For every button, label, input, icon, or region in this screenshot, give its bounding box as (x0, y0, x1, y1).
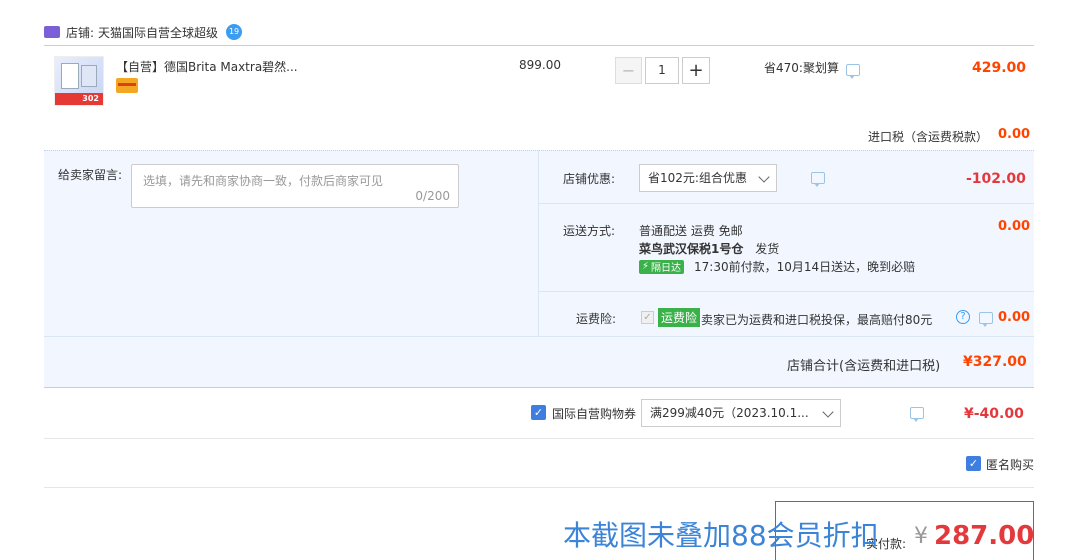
anonymous-label: 匿名购买 (986, 458, 1035, 472)
insurance-label: 运费险: (576, 312, 617, 326)
insurance-value: 0.00 (998, 310, 1031, 325)
discount-label: 店铺优惠: (563, 172, 616, 186)
lightning-icon: ⚡ (642, 261, 650, 272)
coupon-selected: 满299减40元（2023.10.1... (650, 406, 809, 420)
discount-select[interactable]: 省102元:组合优惠 (639, 164, 777, 192)
chevron-down-icon (758, 171, 770, 183)
chat-icon[interactable] (810, 172, 825, 187)
insurance-checkbox[interactable]: ✓ (641, 311, 654, 324)
shop-badge-icon[interactable]: 19 (226, 24, 243, 40)
product-title-link[interactable]: 【自营】德国Brita Maxtra碧然... (116, 58, 298, 75)
discount-selected: 省102元:组合优惠 (648, 171, 747, 185)
coupon-checkbox[interactable]: ✓ (531, 405, 546, 420)
item-saving: 省470:聚划算 (764, 61, 839, 75)
shop-total-label: 店铺合计(含运费和进口税) (787, 359, 941, 374)
shipping-eta: 17:30前付款，10月14日送达，晚到必赔 (694, 260, 916, 274)
shop-total-value: ¥327.00 (963, 354, 1027, 370)
message-counter: 0/200 (415, 189, 450, 203)
watermark-text: 本截图未叠加88会员折扣 (563, 519, 879, 552)
insurance-tag: 运费险 (658, 308, 701, 327)
thumb-price-tag: 302 (55, 93, 103, 105)
coupon-value: ¥-40.00 (964, 406, 1024, 422)
card-icon (116, 78, 138, 93)
message-placeholder: 选填，请先和商家协商一致，付款后商家可见 (143, 174, 384, 188)
chat-icon[interactable] (846, 64, 860, 79)
next-day-tag: ⚡ 隔日达 (639, 259, 685, 274)
shop-label: 店铺: (66, 25, 95, 40)
panel-vertical-divider (538, 150, 539, 337)
discount-value: -102.00 (966, 171, 1026, 187)
panel-row-divider (538, 203, 1034, 204)
item-subtotal: 429.00 (972, 60, 1027, 76)
import-tax-value: 0.00 (998, 127, 1031, 142)
panel-row-divider (538, 291, 1034, 292)
shipping-eta-row: ⚡ 隔日达 17:30前付款，10月14日送达，晚到必赔 (639, 258, 915, 275)
tmall-icon (44, 26, 60, 38)
quantity-increment-button[interactable]: + (682, 57, 710, 84)
quantity-input[interactable]: 1 (645, 57, 679, 84)
divider (44, 438, 1034, 439)
chevron-down-icon (822, 406, 834, 418)
warehouse-dispatch: 发货 (755, 242, 780, 256)
import-tax-label: 进口税（含运费税款） (868, 130, 989, 144)
quantity-decrement-button[interactable]: − (615, 57, 642, 84)
chat-icon[interactable] (978, 312, 993, 327)
shipping-label: 运送方式: (563, 224, 616, 238)
unit-price: 899.00 (519, 58, 561, 72)
shipping-warehouse: 菜鸟武汉保税1号仓 发货 (639, 240, 779, 257)
shipping-method: 普通配送 运费 免邮 (639, 224, 743, 238)
panel-row-divider (44, 336, 1034, 337)
help-icon[interactable]: ? (956, 310, 970, 324)
payment-amount: 287.00 (934, 521, 1035, 551)
coupon-label: 国际自营购物券 (552, 407, 637, 421)
next-day-tag-label: 隔日达 (651, 263, 682, 274)
chat-icon[interactable] (910, 407, 925, 422)
shop-header: 店铺: 天猫国际自营全球超级 19 (44, 22, 243, 42)
warehouse-name: 菜鸟武汉保税1号仓 (639, 242, 744, 256)
payment-currency: ¥ (914, 524, 928, 549)
product-thumbnail[interactable]: 302 (54, 56, 104, 106)
divider (44, 487, 1034, 488)
anonymous-checkbox[interactable]: ✓ (966, 456, 981, 471)
coupon-select[interactable]: 满299减40元（2023.10.1... (641, 399, 841, 427)
insurance-desc: 卖家已为运费和进口税投保，最高赔付80元 (701, 313, 933, 327)
shipping-value: 0.00 (998, 219, 1031, 234)
message-textarea[interactable]: 选填，请先和商家协商一致，付款后商家可见 0/200 (131, 164, 459, 208)
shop-name-link[interactable]: 天猫国际自营全球超级 (98, 24, 218, 41)
divider (44, 45, 1034, 46)
message-label: 给卖家留言: (58, 168, 123, 182)
